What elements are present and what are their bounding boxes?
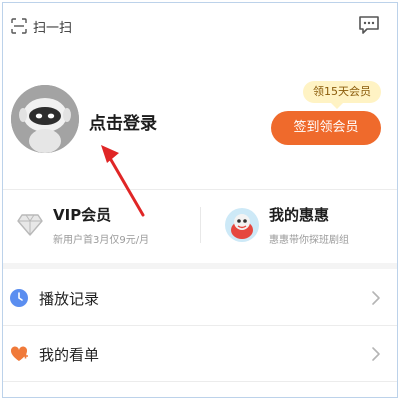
divider: [3, 189, 397, 190]
diamond-icon: [17, 214, 43, 236]
robot-avatar-icon: [11, 85, 79, 153]
vip-row: VIP会员 新用户首3月仅9元/月 我的惠惠 惠惠带你探班剧组: [3, 193, 397, 257]
huihui-subtitle: 惠惠带你探班剧组: [269, 235, 349, 246]
divider: [3, 325, 397, 326]
vip-card[interactable]: VIP会员 新用户首3月仅9元/月: [17, 199, 192, 251]
profile-section: 点击登录 领15天会员 签到领会员: [3, 73, 397, 183]
vip-subtitle: 新用户首3月仅9元/月: [53, 235, 150, 246]
message-icon[interactable]: [357, 13, 381, 37]
scan-button[interactable]: 扫一扫: [11, 15, 72, 37]
profile-page: 扫一扫 点击登录 领15天会员 签到领会员 VIP会员 新用户首3月仅9元/月 …: [2, 2, 398, 398]
section-divider: [3, 263, 397, 269]
login-link[interactable]: 点击登录: [89, 109, 157, 134]
huihui-mascot-icon: [225, 208, 259, 242]
scan-icon: [11, 18, 27, 34]
huihui-card[interactable]: 我的惠惠 惠惠带你探班剧组: [225, 199, 395, 251]
avatar[interactable]: [11, 85, 79, 153]
list-item-label: 播放记录: [39, 289, 100, 308]
list-item-play-history[interactable]: 播放记录: [3, 271, 397, 325]
heart-plus-icon: [10, 346, 28, 361]
clock-icon: [10, 289, 28, 307]
top-bar: 扫一扫: [3, 3, 397, 47]
checkin-button[interactable]: 签到领会员: [271, 111, 381, 145]
list-item-label: 我的看单: [39, 345, 100, 364]
scan-label: 扫一扫: [33, 20, 73, 36]
huihui-title: 我的惠惠: [269, 206, 330, 224]
member-bubble: 领15天会员: [303, 81, 381, 109]
list-item-watchlist[interactable]: 我的看单: [3, 327, 397, 381]
vip-title: VIP会员: [53, 206, 112, 224]
chevron-right-icon: [372, 291, 380, 305]
vertical-divider: [200, 207, 201, 243]
divider: [3, 381, 397, 382]
chevron-right-icon: [372, 347, 380, 361]
